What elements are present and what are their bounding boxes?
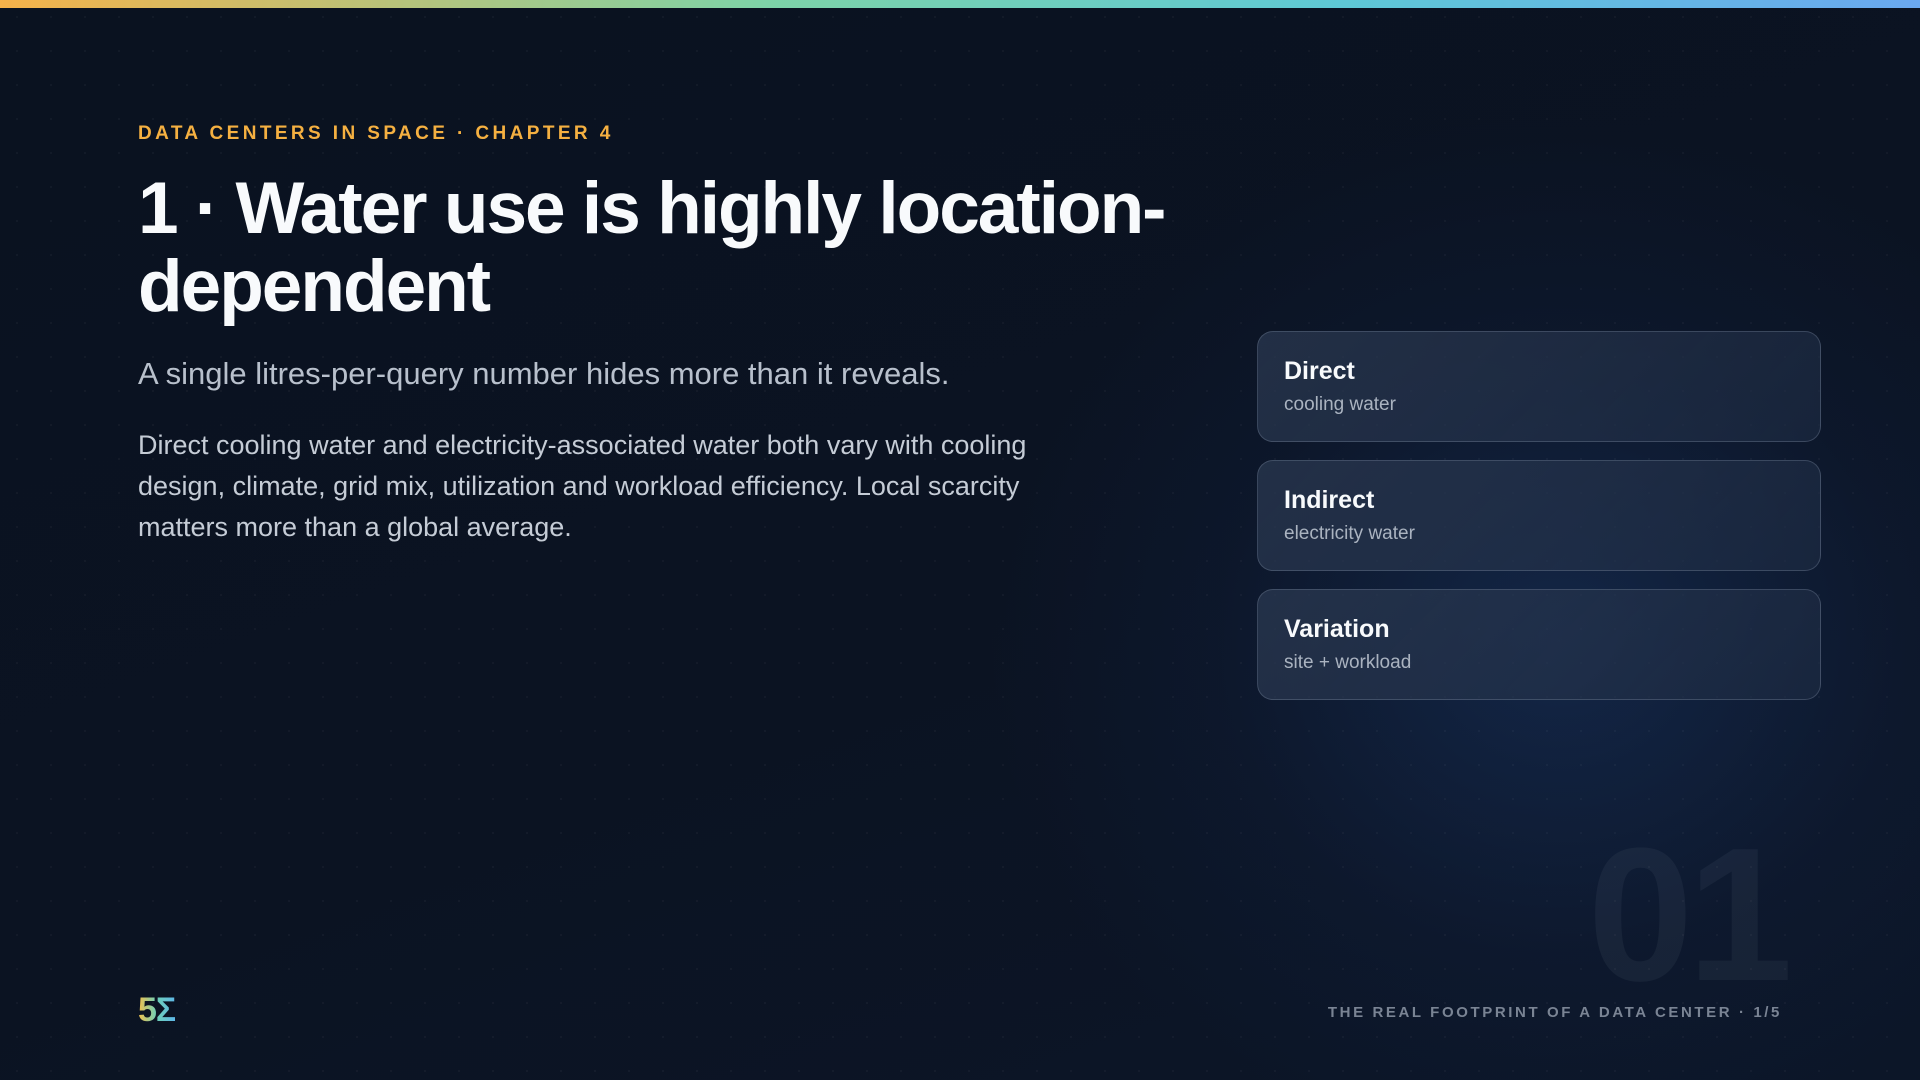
- info-cards: Direct cooling water Indirect electricit…: [1257, 331, 1821, 718]
- slide-title: 1 · Water use is highly location-depende…: [138, 168, 1166, 327]
- card-title: Indirect: [1284, 486, 1375, 514]
- card-indirect: Indirect electricity water: [1257, 460, 1821, 571]
- card-title: Direct: [1284, 357, 1355, 385]
- brand-logo: 5Σ: [138, 991, 176, 1029]
- card-subtitle: cooling water: [1284, 394, 1396, 415]
- top-gradient-bar: [0, 0, 1920, 8]
- chapter-eyebrow: DATA CENTERS IN SPACE · CHAPTER 4: [138, 123, 614, 144]
- slide-number-watermark: 01: [1587, 809, 1793, 1021]
- slide-body: Direct cooling water and electricity-ass…: [138, 430, 1027, 542]
- card-title: Variation: [1284, 615, 1390, 643]
- slide: DATA CENTERS IN SPACE · CHAPTER 4 1 · Wa…: [0, 0, 1920, 1080]
- card-subtitle: electricity water: [1284, 523, 1415, 544]
- card-variation: Variation site + workload: [1257, 589, 1821, 700]
- footer-caption: THE REAL FOOTPRINT OF A DATA CENTER · 1/…: [1327, 1004, 1782, 1021]
- card-direct: Direct cooling water: [1257, 331, 1821, 442]
- slide-subtitle: A single litres-per-query number hides m…: [138, 356, 950, 391]
- card-subtitle: site + workload: [1284, 652, 1412, 673]
